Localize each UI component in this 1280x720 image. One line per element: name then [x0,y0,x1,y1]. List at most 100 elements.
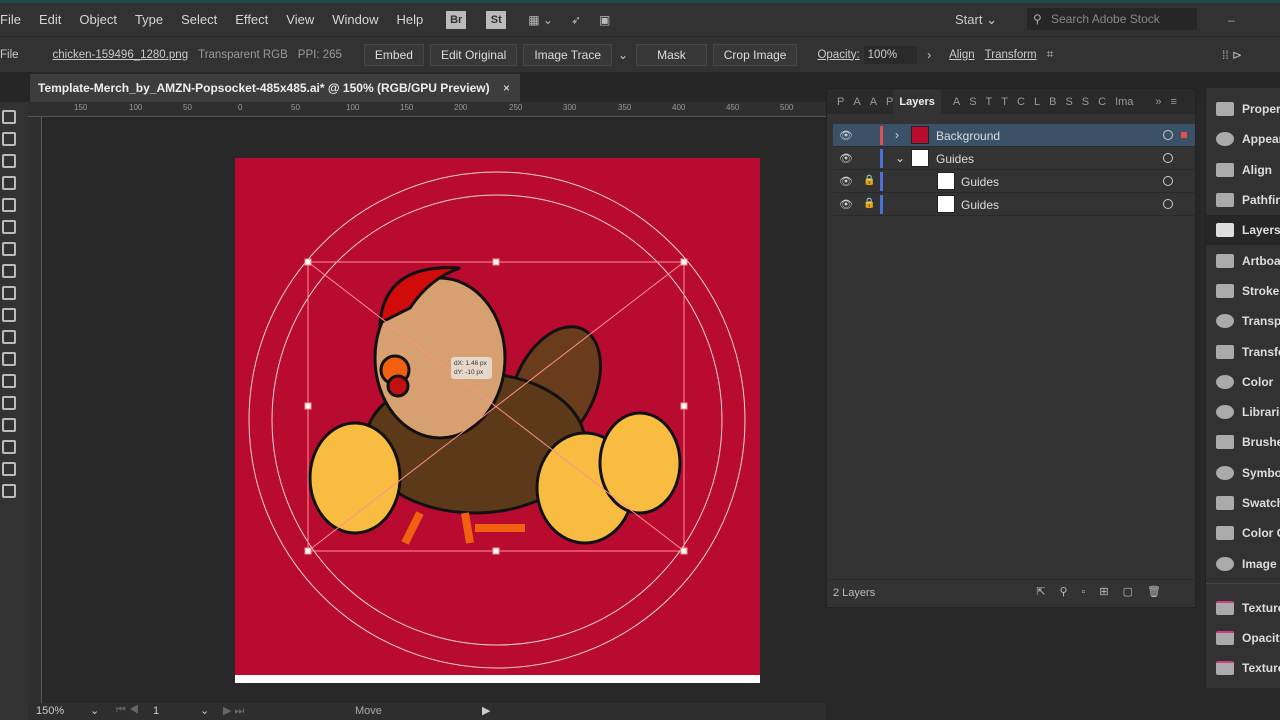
panel-tab[interactable]: S [1082,96,1089,108]
new-sublayer-icon[interactable]: ⊞ [1099,586,1122,598]
align-link[interactable]: Align [949,49,975,61]
next-artboard-icon[interactable]: ▶ ⏭ [223,704,244,718]
crop-image-button[interactable]: Crop Image [712,43,798,66]
hand-tool-icon[interactable] [2,462,16,476]
artboard-dropdown-icon[interactable]: ⌄ [200,704,209,717]
menu-file[interactable]: File [0,12,30,27]
image-trace-dropdown-icon[interactable]: ⌄ [618,48,628,62]
isolate-icon[interactable]: ⌗ [1047,47,1054,62]
dock-symbols[interactable]: Symbols [1206,458,1280,488]
sublayer-row-guides[interactable]: 👁 🔒 Guides [833,170,1195,193]
dock-transparency[interactable]: Transparency [1206,306,1280,336]
new-layer-icon[interactable]: ▢ [1123,586,1147,598]
target-circle-icon[interactable] [1163,176,1173,186]
panel-menu-icon[interactable]: ≡ [1171,96,1177,108]
type-tool-icon[interactable] [2,176,16,190]
target-circle-icon[interactable] [1163,153,1173,163]
zoom-tool-icon[interactable] [2,484,16,498]
dock-color[interactable]: Color [1206,367,1280,397]
dock-stroke[interactable]: Stroke [1206,276,1280,306]
locate-object-icon[interactable]: ⚲ [1059,586,1081,598]
menu-view[interactable]: View [277,12,323,27]
opacity-expand-icon[interactable]: › [927,48,931,62]
horizontal-ruler[interactable]: 150 100 50 0 50 100 150 200 250 300 350 … [28,102,826,117]
zoom-dropdown-icon[interactable]: ⌄ [90,704,99,717]
pen-tool-icon[interactable] [2,154,16,168]
document-tab[interactable]: Template-Merch_by_AMZN-Popsocket-485x485… [30,74,520,102]
target-circle-icon[interactable] [1163,199,1173,209]
menu-edit[interactable]: Edit [30,12,70,27]
selection-tool-icon[interactable] [2,110,16,124]
dock-libraries[interactable]: Libraries [1206,397,1280,427]
lock-icon[interactable]: 🔒 [863,175,875,186]
width-tool-icon[interactable] [2,308,16,322]
linked-filename[interactable]: chicken-159496_1280.png [53,49,189,61]
visibility-eye-icon[interactable]: 👁 [839,198,853,211]
panel-tab[interactable]: S [1065,96,1072,108]
line-tool-icon[interactable] [2,198,16,212]
layer-name[interactable]: Guides [936,152,974,166]
panel-tab[interactable]: B [1049,96,1056,108]
panel-tab[interactable]: A [870,96,877,108]
eyedropper-tool-icon[interactable] [2,396,16,410]
dock-texture-2[interactable]: Texture [1206,653,1280,683]
visibility-eye-icon[interactable]: 👁 [839,175,853,188]
panel-tab[interactable]: L [1034,96,1040,108]
rectangle-tool-icon[interactable] [2,220,16,234]
dock-pathfinder[interactable]: Pathfinder [1206,185,1280,215]
shape-builder-tool-icon[interactable] [2,330,16,344]
dock-appearance[interactable]: Appearance [1206,124,1280,154]
arrange-documents-icon[interactable]: ▦ ⌄ [528,13,553,27]
layer-row-background[interactable]: 👁 › Background [833,124,1195,147]
more-tabs-icon[interactable]: » [1155,96,1161,108]
panel-tab[interactable]: P [886,96,893,108]
dock-color-guide[interactable]: Color Guide [1206,518,1280,548]
status-menu-icon[interactable]: ▶ [482,704,490,717]
panel-tab[interactable]: T [986,96,993,108]
menu-object[interactable]: Object [70,12,126,27]
menu-effect[interactable]: Effect [226,12,277,27]
vertical-ruler[interactable] [28,117,42,703]
panel-tab[interactable]: A [853,96,860,108]
blend-tool-icon[interactable] [2,418,16,432]
dock-properties[interactable]: Properties [1206,94,1280,124]
selected-art-indicator[interactable] [1181,132,1187,138]
zoom-level-input[interactable]: 150% [36,705,64,717]
dock-image-trace[interactable]: Image Trace [1206,548,1280,578]
panel-tab[interactable]: S [969,96,976,108]
rotate-tool-icon[interactable] [2,286,16,300]
dock-layers[interactable]: Layers [1206,215,1280,246]
embed-button[interactable]: Embed [363,43,424,66]
dock-align[interactable]: Align [1206,155,1280,185]
stock-search-input[interactable]: ⚲ Search Adobe Stock [1027,8,1197,30]
menu-help[interactable]: Help [387,12,432,27]
tab-layers[interactable]: Layers [893,89,941,114]
bridge-icon[interactable]: Br [446,10,467,29]
export-icon[interactable]: ⇱ [1036,586,1059,598]
eraser-tool-icon[interactable] [2,264,16,278]
menu-type[interactable]: Type [126,12,172,27]
visibility-eye-icon[interactable]: 👁 [839,152,853,165]
clipping-mask-icon[interactable]: ▫ [1082,586,1100,598]
menu-window[interactable]: Window [323,12,387,27]
dock-brushes[interactable]: Brushes [1206,427,1280,457]
workspace-switcher[interactable]: Start ⌄ [955,12,997,28]
panel-tab[interactable]: C [1098,96,1106,108]
layer-name[interactable]: Guides [961,175,999,189]
layer-row-guides[interactable]: 👁 ⌄ Guides [833,147,1195,170]
transform-link[interactable]: Transform [985,49,1037,61]
direct-selection-tool-icon[interactable] [2,132,16,146]
edit-original-button[interactable]: Edit Original [429,43,518,66]
graph-tool-icon[interactable] [2,352,16,366]
first-artboard-icon[interactable]: ⏮ ◀ [116,704,139,717]
close-tab-button[interactable]: × [503,74,510,102]
paintbrush-tool-icon[interactable] [2,242,16,256]
collapse-chevron-icon[interactable]: ⌄ [895,151,905,165]
dock-swatches[interactable]: Swatches [1206,488,1280,518]
mask-button[interactable]: Mask [636,43,707,66]
image-trace-button[interactable]: Image Trace [523,43,613,66]
opacity-input[interactable]: 100% [863,45,918,64]
artboard[interactable] [235,158,760,683]
delete-icon[interactable]: 🗑 [1147,586,1175,598]
panel-options-icon[interactable]: ⁞⁞ ⊳ [1222,48,1242,62]
